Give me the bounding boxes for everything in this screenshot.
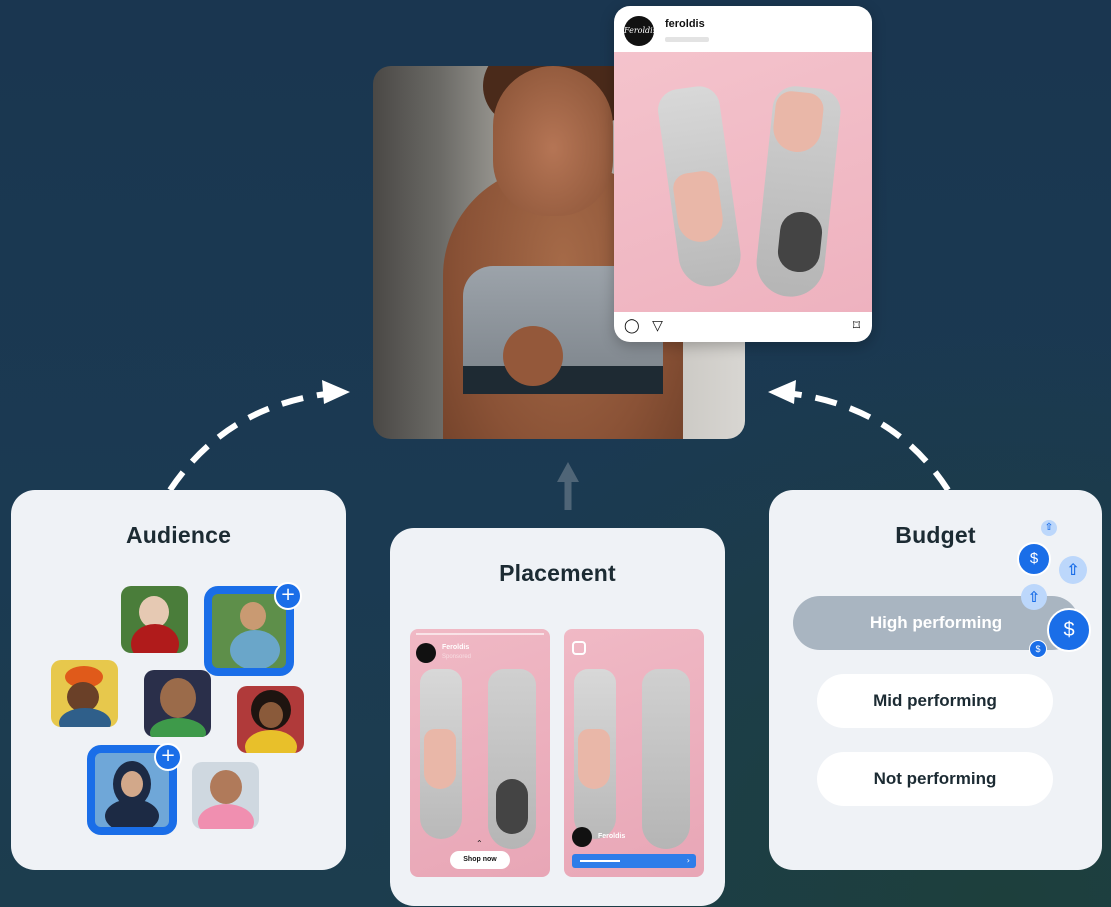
up-arrow-icon: ⇧ xyxy=(1021,584,1047,610)
shop-now-button[interactable]: Shop now xyxy=(450,851,510,869)
placement-card: Placement Feroldis Sponsored ⌃ Shop now … xyxy=(390,528,725,906)
up-arrow-icon: ⇧ xyxy=(1041,520,1057,536)
placement-arrowhead xyxy=(557,462,579,482)
budget-card: Budget High performing Mid performing No… xyxy=(769,490,1102,870)
brand-logo: Feroldis xyxy=(624,16,657,46)
story-sponsored: Sponsored xyxy=(442,654,472,660)
audience-arrow xyxy=(167,389,346,492)
dollar-coin-icon: $ xyxy=(1047,608,1091,652)
bookmark-icon[interactable]: ⌑ xyxy=(853,318,860,334)
instagram-post-card: Feroldis feroldis ◯ ▽ ⌑ xyxy=(614,6,872,342)
mid-performing-pill[interactable]: Mid performing xyxy=(817,674,1053,728)
audience-avatar xyxy=(192,762,259,829)
chevron-right-icon: › xyxy=(686,856,690,865)
story-account: Feroldis xyxy=(442,644,470,651)
post-image xyxy=(614,52,872,312)
add-audience-icon[interactable]: + xyxy=(274,582,302,610)
budget-arrowhead xyxy=(768,380,796,404)
story-progress-bar xyxy=(416,633,544,635)
placement-title: Placement xyxy=(499,560,616,586)
brand-logo xyxy=(572,827,592,847)
dollar-coin-icon: $ xyxy=(1017,542,1051,576)
up-arrow-icon: ⇧ xyxy=(1059,556,1087,584)
reel-cta-bar[interactable]: › xyxy=(572,854,696,868)
audience-avatar xyxy=(121,586,188,653)
chevron-up-icon: ⌃ xyxy=(476,839,483,848)
brand-logo xyxy=(416,643,436,663)
account-name: feroldis xyxy=(665,18,705,30)
reel-account: Feroldis xyxy=(598,833,626,840)
not-performing-pill[interactable]: Not performing xyxy=(817,752,1053,806)
story-preview: Feroldis Sponsored ⌃ Shop now xyxy=(410,629,550,877)
share-icon[interactable]: ▽ xyxy=(652,318,663,334)
audience-avatar xyxy=(237,686,304,753)
audience-avatar xyxy=(51,660,118,727)
dollar-coin-icon: $ xyxy=(1029,640,1047,658)
audience-card: Audience + + xyxy=(11,490,346,870)
reels-icon xyxy=(572,641,586,655)
reel-preview: Feroldis › xyxy=(564,629,704,877)
audience-title: Audience xyxy=(125,522,232,548)
audience-avatar xyxy=(144,670,211,737)
post-actions: ◯ ▽ xyxy=(624,318,663,334)
budget-arrow xyxy=(774,389,951,492)
comment-icon[interactable]: ◯ xyxy=(624,318,640,334)
add-audience-icon[interactable]: + xyxy=(154,743,182,771)
account-subtitle-placeholder xyxy=(665,37,709,42)
audience-arrowhead xyxy=(322,380,350,404)
